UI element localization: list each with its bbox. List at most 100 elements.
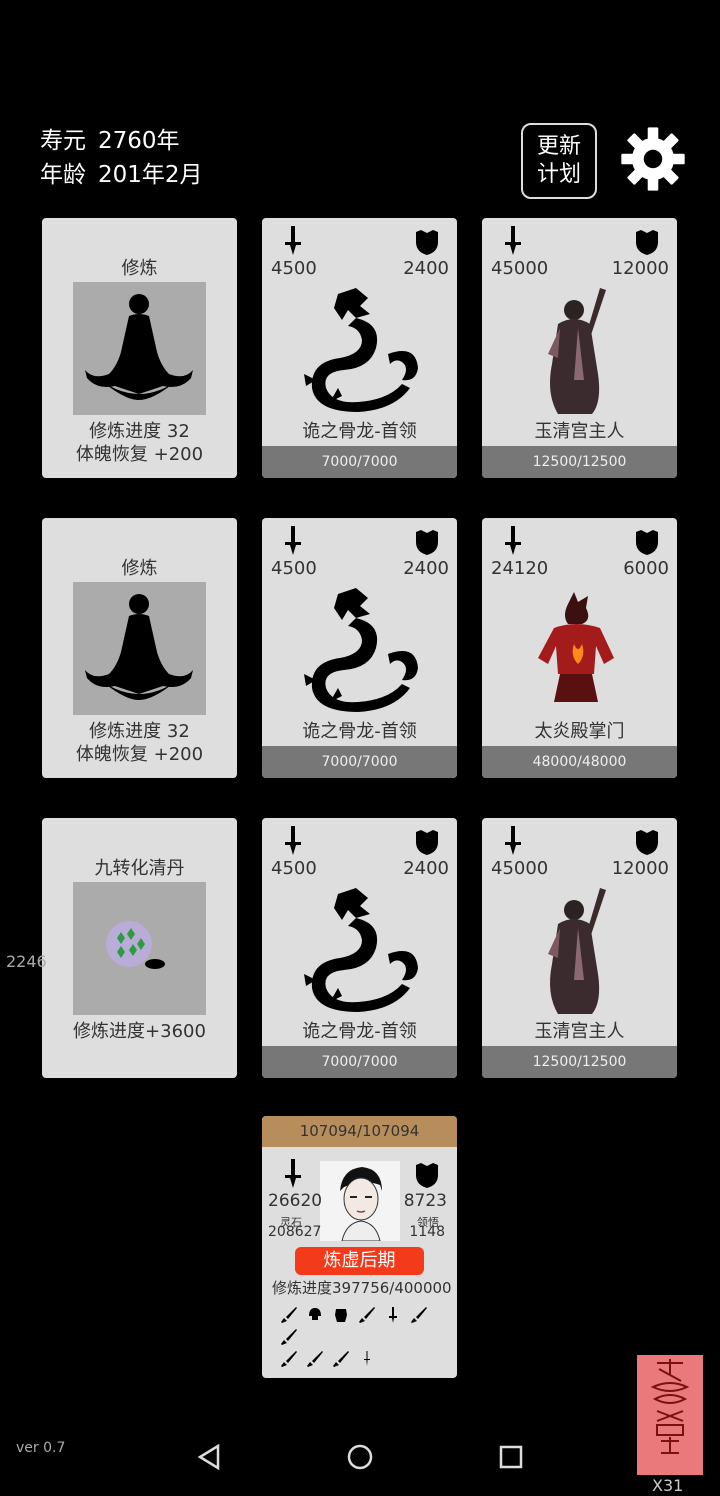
insight-value: 1148	[409, 1224, 445, 1240]
sword-icon	[307, 1351, 324, 1367]
bone-dragon-icon	[304, 288, 418, 412]
lifespan-label: 寿元	[40, 128, 86, 154]
defense-value: 6000	[623, 558, 669, 579]
sword-icon	[281, 1307, 297, 1323]
card-line2: 体魄恢复 +200	[75, 444, 204, 465]
sword-icon	[285, 526, 301, 555]
sword-icon	[359, 1307, 376, 1323]
sword-icon	[285, 826, 301, 855]
enemy-card[interactable]: 45000 12000 玉清宫主人 12500/12500	[482, 218, 677, 478]
enemy-name: 诡之骨龙-首领	[302, 721, 417, 742]
attack-value: 4500	[271, 558, 317, 579]
talisman-count: X31	[652, 1476, 684, 1495]
enemy-hp-bar: 7000/7000	[262, 1046, 457, 1078]
sword-icon	[281, 1351, 297, 1367]
shield-icon	[416, 530, 438, 555]
enemy-name: 太炎殿掌门	[534, 721, 625, 742]
recents-nav-icon[interactable]	[496, 1440, 526, 1474]
sword-icon	[505, 826, 521, 855]
enemy-hp-bar: 7000/7000	[262, 446, 457, 478]
defense-value: 2400	[403, 258, 449, 279]
sword-icon	[411, 1307, 428, 1323]
progress-value: 397756/400000	[332, 1279, 452, 1297]
plan-label-line1: 更新	[536, 134, 581, 159]
card-line1: 修炼进度+3600	[73, 1021, 206, 1042]
defense-value: 2400	[403, 558, 449, 579]
version-label: ver 0.7	[16, 1440, 66, 1456]
home-nav-icon[interactable]	[345, 1440, 375, 1474]
card-title: 修炼	[121, 258, 158, 279]
armor-icon	[335, 1309, 348, 1322]
enemy-card[interactable]: 4500 2400 诡之骨龙-首领 7000/7000	[262, 218, 457, 478]
cultivation-progress: 修炼进度397756/400000	[272, 1277, 452, 1298]
realm-badge: 炼虚后期	[295, 1247, 424, 1275]
enemy-name: 玉清宫主人	[534, 1021, 625, 1042]
enemy-card[interactable]: 45000 12000 玉清宫主人 12500/12500	[482, 818, 677, 1078]
enemy-hp-bar: 48000/48000	[482, 746, 677, 778]
equipment-list	[280, 1306, 450, 1372]
attack-value: 45000	[491, 258, 549, 279]
side-counter: 2246	[6, 952, 47, 971]
pill-icon	[73, 882, 206, 1015]
sword-icon	[281, 1329, 297, 1345]
attack-value: 4500	[271, 858, 317, 879]
helmet-icon	[309, 1308, 322, 1320]
lifespan-row: 寿元 2760年	[40, 124, 203, 158]
enemy-hp-bar: 12500/12500	[482, 1046, 677, 1078]
sect-master-icon	[548, 288, 606, 414]
enemy-name: 诡之骨龙-首领	[302, 421, 417, 442]
enemy-card[interactable]: 24120 6000 太炎殿掌门 48000/48000	[482, 518, 677, 778]
enemy-card[interactable]: 4500 2400 诡之骨龙-首领 7000/7000	[262, 818, 457, 1078]
update-plan-button[interactable]: 更新 计划	[521, 123, 597, 199]
age-value: 201年2月	[98, 162, 203, 188]
enemy-hp-bar: 12500/12500	[482, 446, 677, 478]
enemy-name: 诡之骨龙-首领	[302, 1021, 417, 1042]
shield-icon	[636, 830, 658, 855]
sword-icon	[333, 1351, 350, 1367]
sword-icon	[285, 226, 301, 255]
bone-dragon-icon	[304, 588, 418, 712]
enemy-card[interactable]: 4500 2400 诡之骨龙-首领 7000/7000	[262, 518, 457, 778]
defense-value: 12000	[611, 258, 669, 279]
plan-label-line2: 计划	[536, 162, 581, 187]
bone-dragon-icon	[304, 888, 418, 1012]
age-row: 年龄 201年2月	[40, 158, 203, 192]
settings-gear-icon[interactable]	[620, 126, 686, 192]
player-attack: 26620	[268, 1191, 323, 1211]
meditation-icon	[73, 582, 206, 715]
age-label: 年龄	[40, 162, 86, 188]
shield-icon	[636, 530, 658, 555]
pill-card[interactable]: 九转化清丹 修炼进度+3600	[42, 818, 237, 1078]
meditation-icon	[73, 282, 206, 415]
sword-icon	[505, 526, 521, 555]
card-title: 九转化清丹	[94, 858, 185, 879]
cultivate-card[interactable]: 修炼 修炼进度 32 体魄恢复 +200	[42, 518, 237, 778]
player-card[interactable]: 107094/107094 26620 8723 灵石 208627 领悟 11…	[262, 1116, 457, 1378]
player-hp-bar: 107094/107094	[262, 1116, 457, 1147]
status-hud: 寿元 2760年 年龄 201年2月	[40, 124, 203, 192]
sword-icon	[285, 1159, 301, 1188]
spirit-stone-value: 208627	[268, 1224, 322, 1240]
player-avatar	[320, 1161, 400, 1242]
enemy-hp-bar: 7000/7000	[262, 746, 457, 778]
enemy-name: 玉清宫主人	[534, 421, 625, 442]
talisman-icon[interactable]	[637, 1355, 703, 1475]
card-title: 修炼	[121, 558, 158, 579]
lifespan-value: 2760年	[98, 128, 180, 154]
card-line2: 体魄恢复 +200	[75, 744, 204, 765]
dagger-icon	[364, 1351, 371, 1366]
attack-value: 4500	[271, 258, 317, 279]
attack-value: 24120	[491, 558, 549, 579]
cultivate-card[interactable]: 修炼 修炼进度 32 体魄恢复 +200	[42, 218, 237, 478]
back-nav-icon[interactable]	[194, 1440, 224, 1474]
sword-icon	[505, 226, 521, 255]
shield-icon	[416, 230, 438, 255]
dagger-icon	[389, 1307, 398, 1323]
player-defense: 8723	[403, 1191, 447, 1211]
shield-icon	[416, 830, 438, 855]
flame-master-icon	[538, 592, 614, 702]
shield-icon	[416, 1163, 438, 1188]
progress-label: 修炼进度	[272, 1279, 333, 1297]
attack-value: 45000	[491, 858, 549, 879]
sect-master-icon	[548, 888, 606, 1014]
